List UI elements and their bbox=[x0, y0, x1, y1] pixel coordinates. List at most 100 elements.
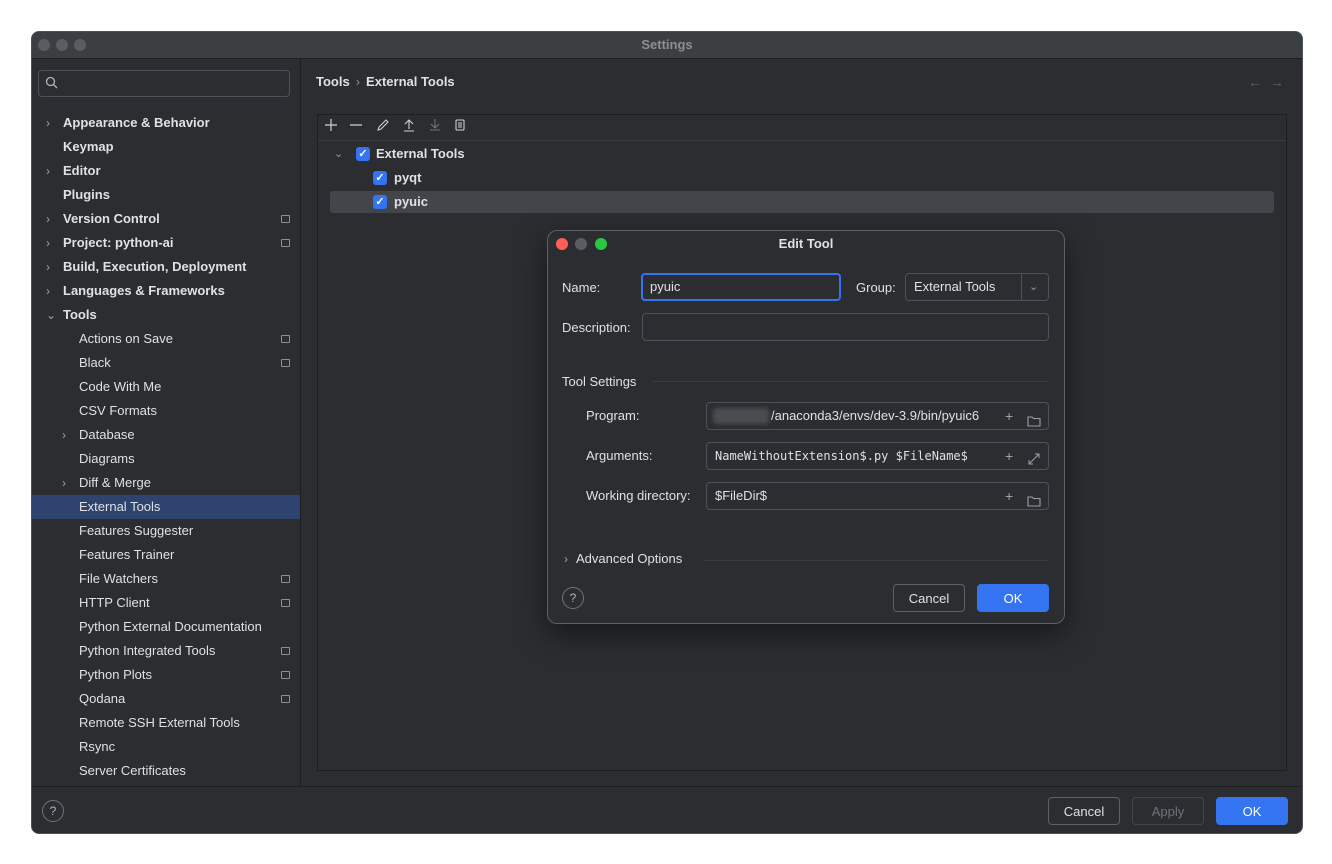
sidebar-item-qodana[interactable]: Qodana bbox=[32, 687, 300, 711]
chevron-right-icon[interactable]: › bbox=[46, 207, 50, 231]
sidebar-item-build-execution-deployment[interactable]: › Build, Execution, Deployment bbox=[32, 255, 300, 279]
sidebar-item-appearance-behavior[interactable]: › Appearance & Behavior bbox=[32, 111, 300, 135]
chevron-right-icon[interactable]: › bbox=[46, 159, 50, 183]
sidebar-item-python-external-documentation[interactable]: Python External Documentation bbox=[32, 615, 300, 639]
name-field[interactable]: pyuic bbox=[641, 273, 841, 301]
cancel-button[interactable]: Cancel bbox=[1048, 797, 1120, 825]
sidebar-item-label: Languages & Frameworks bbox=[63, 283, 225, 298]
sidebar-item-remote-ssh-external-tools[interactable]: Remote SSH External Tools bbox=[32, 711, 300, 735]
sidebar-item-black[interactable]: Black bbox=[32, 351, 300, 375]
name-label: Name: bbox=[562, 280, 601, 295]
sidebar-item-python-integrated-tools[interactable]: Python Integrated Tools bbox=[32, 639, 300, 663]
checkbox-icon[interactable]: ✓ bbox=[373, 195, 387, 209]
chevron-right-icon[interactable]: › bbox=[46, 111, 50, 135]
sidebar-item-version-control[interactable]: › Version Control bbox=[32, 207, 300, 231]
program-label: Program: bbox=[586, 408, 640, 423]
folder-icon[interactable] bbox=[1027, 409, 1041, 429]
chevron-right-icon[interactable]: › bbox=[62, 423, 66, 447]
sidebar-item-project-python-ai[interactable]: › Project: python-ai bbox=[32, 231, 300, 255]
program-field-value: /anaconda3/envs/dev-3.9/bin/pyuic6 bbox=[771, 408, 980, 423]
sidebar-item-http-client[interactable]: HTTP Client bbox=[32, 591, 300, 615]
arguments-field[interactable]: NameWithoutExtension$.py $FileName$ + bbox=[706, 442, 1049, 470]
project-level-icon bbox=[281, 695, 290, 703]
advanced-options-label: Advanced Options bbox=[576, 551, 683, 566]
tree-group-row[interactable]: ⌄ ✓ External Tools bbox=[330, 143, 1274, 165]
sidebar-item-rsync[interactable]: Rsync bbox=[32, 735, 300, 759]
sidebar-item-server-certificates[interactable]: Server Certificates bbox=[32, 759, 300, 783]
project-level-icon bbox=[281, 647, 290, 655]
help-icon[interactable]: ? bbox=[42, 800, 64, 822]
sidebar-item-label: Code With Me bbox=[79, 379, 162, 394]
sidebar-item-features-trainer[interactable]: Features Trainer bbox=[32, 543, 300, 567]
dialog-ok-button[interactable]: OK bbox=[977, 584, 1049, 612]
tree-row-pyuic[interactable]: ✓ pyuic bbox=[330, 191, 1274, 213]
search-icon bbox=[45, 76, 59, 93]
folder-icon[interactable] bbox=[1027, 489, 1041, 509]
checkbox-icon[interactable]: ✓ bbox=[373, 171, 387, 185]
sidebar-item-plugins[interactable]: Plugins bbox=[32, 183, 300, 207]
dialog-cancel-button[interactable]: Cancel bbox=[893, 584, 965, 612]
chevron-down-icon[interactable]: ⌄ bbox=[1029, 274, 1038, 300]
sidebar-item-external-tools[interactable]: External Tools bbox=[32, 495, 300, 519]
sidebar-item-languages-frameworks[interactable]: › Languages & Frameworks bbox=[32, 279, 300, 303]
working-directory-value: $FileDir$ bbox=[715, 488, 768, 503]
chevron-down-icon[interactable]: ⌄ bbox=[334, 143, 343, 165]
description-field[interactable] bbox=[642, 313, 1049, 341]
sidebar-item-features-suggester[interactable]: Features Suggester bbox=[32, 519, 300, 543]
project-level-icon bbox=[281, 671, 290, 679]
sidebar-item-tools[interactable]: ⌄ Tools bbox=[32, 303, 300, 327]
group-label: Group: bbox=[856, 280, 896, 295]
apply-button[interactable]: Apply bbox=[1132, 797, 1204, 825]
checkbox-icon[interactable]: ✓ bbox=[356, 147, 370, 161]
add-icon[interactable] bbox=[324, 118, 338, 135]
sidebar-item-diff-merge[interactable]: › Diff & Merge bbox=[32, 471, 300, 495]
add-macro-icon[interactable]: + bbox=[1005, 483, 1013, 509]
sidebar-item-diagrams[interactable]: Diagrams bbox=[32, 447, 300, 471]
tree-row-pyqt[interactable]: ✓ pyqt bbox=[330, 167, 1274, 189]
sidebar-item-actions-on-save[interactable]: Actions on Save bbox=[32, 327, 300, 351]
sidebar-item-label: Editor bbox=[63, 163, 101, 178]
sidebar-item-label: External Tools bbox=[79, 499, 161, 514]
advanced-options-toggle[interactable]: › Advanced Options bbox=[564, 551, 682, 566]
move-up-icon[interactable] bbox=[402, 118, 416, 135]
sidebar-item-label: File Watchers bbox=[79, 571, 158, 586]
chevron-right-icon[interactable]: › bbox=[46, 279, 50, 303]
group-select[interactable]: External Tools ⌄ bbox=[905, 273, 1049, 301]
search-input[interactable] bbox=[38, 70, 290, 97]
breadcrumb-parent[interactable]: Tools bbox=[316, 74, 350, 89]
tree-item-label: pyuic bbox=[394, 194, 428, 209]
program-field[interactable]: /anaconda3/envs/dev-3.9/bin/pyuic6 + bbox=[706, 402, 1049, 430]
forward-arrow-icon[interactable]: → bbox=[1270, 74, 1292, 90]
sidebar-item-editor[interactable]: › Editor bbox=[32, 159, 300, 183]
working-directory-field[interactable]: $FileDir$ + bbox=[706, 482, 1049, 510]
window-title: Settings bbox=[641, 37, 693, 52]
sidebar-item-file-watchers[interactable]: File Watchers bbox=[32, 567, 300, 591]
sidebar-item-keymap[interactable]: Keymap bbox=[32, 135, 300, 159]
chevron-down-icon[interactable]: ⌄ bbox=[46, 303, 56, 327]
sidebar-item-database[interactable]: › Database bbox=[32, 423, 300, 447]
add-macro-icon[interactable]: + bbox=[1005, 403, 1014, 429]
chevron-right-icon[interactable]: › bbox=[46, 231, 50, 255]
sidebar-item-code-with-me[interactable]: Code With Me bbox=[32, 375, 300, 399]
add-macro-icon[interactable]: + bbox=[1005, 443, 1014, 469]
edit-pencil-icon[interactable] bbox=[376, 118, 390, 135]
back-arrow-icon[interactable]: ← bbox=[1248, 74, 1270, 90]
advanced-divider bbox=[704, 560, 1049, 561]
sidebar-item-label: Rsync bbox=[79, 739, 116, 754]
ok-button[interactable]: OK bbox=[1216, 797, 1288, 825]
project-level-icon bbox=[281, 215, 290, 223]
title-bar: Settings bbox=[32, 32, 1302, 59]
copy-icon[interactable] bbox=[453, 118, 467, 135]
sidebar-item-label: HTTP Client bbox=[79, 595, 150, 610]
project-level-icon bbox=[281, 335, 290, 343]
project-level-icon bbox=[281, 599, 290, 607]
move-down-icon[interactable] bbox=[428, 118, 442, 135]
dialog-help-icon[interactable]: ? bbox=[562, 587, 584, 609]
expand-icon[interactable] bbox=[1027, 449, 1041, 469]
chevron-right-icon[interactable]: › bbox=[46, 255, 50, 279]
sidebar-item-python-plots[interactable]: Python Plots bbox=[32, 663, 300, 687]
dialog-title: Edit Tool bbox=[778, 236, 834, 251]
sidebar-item-csv-formats[interactable]: CSV Formats bbox=[32, 399, 300, 423]
remove-icon[interactable] bbox=[349, 118, 363, 135]
chevron-right-icon[interactable]: › bbox=[62, 471, 66, 495]
